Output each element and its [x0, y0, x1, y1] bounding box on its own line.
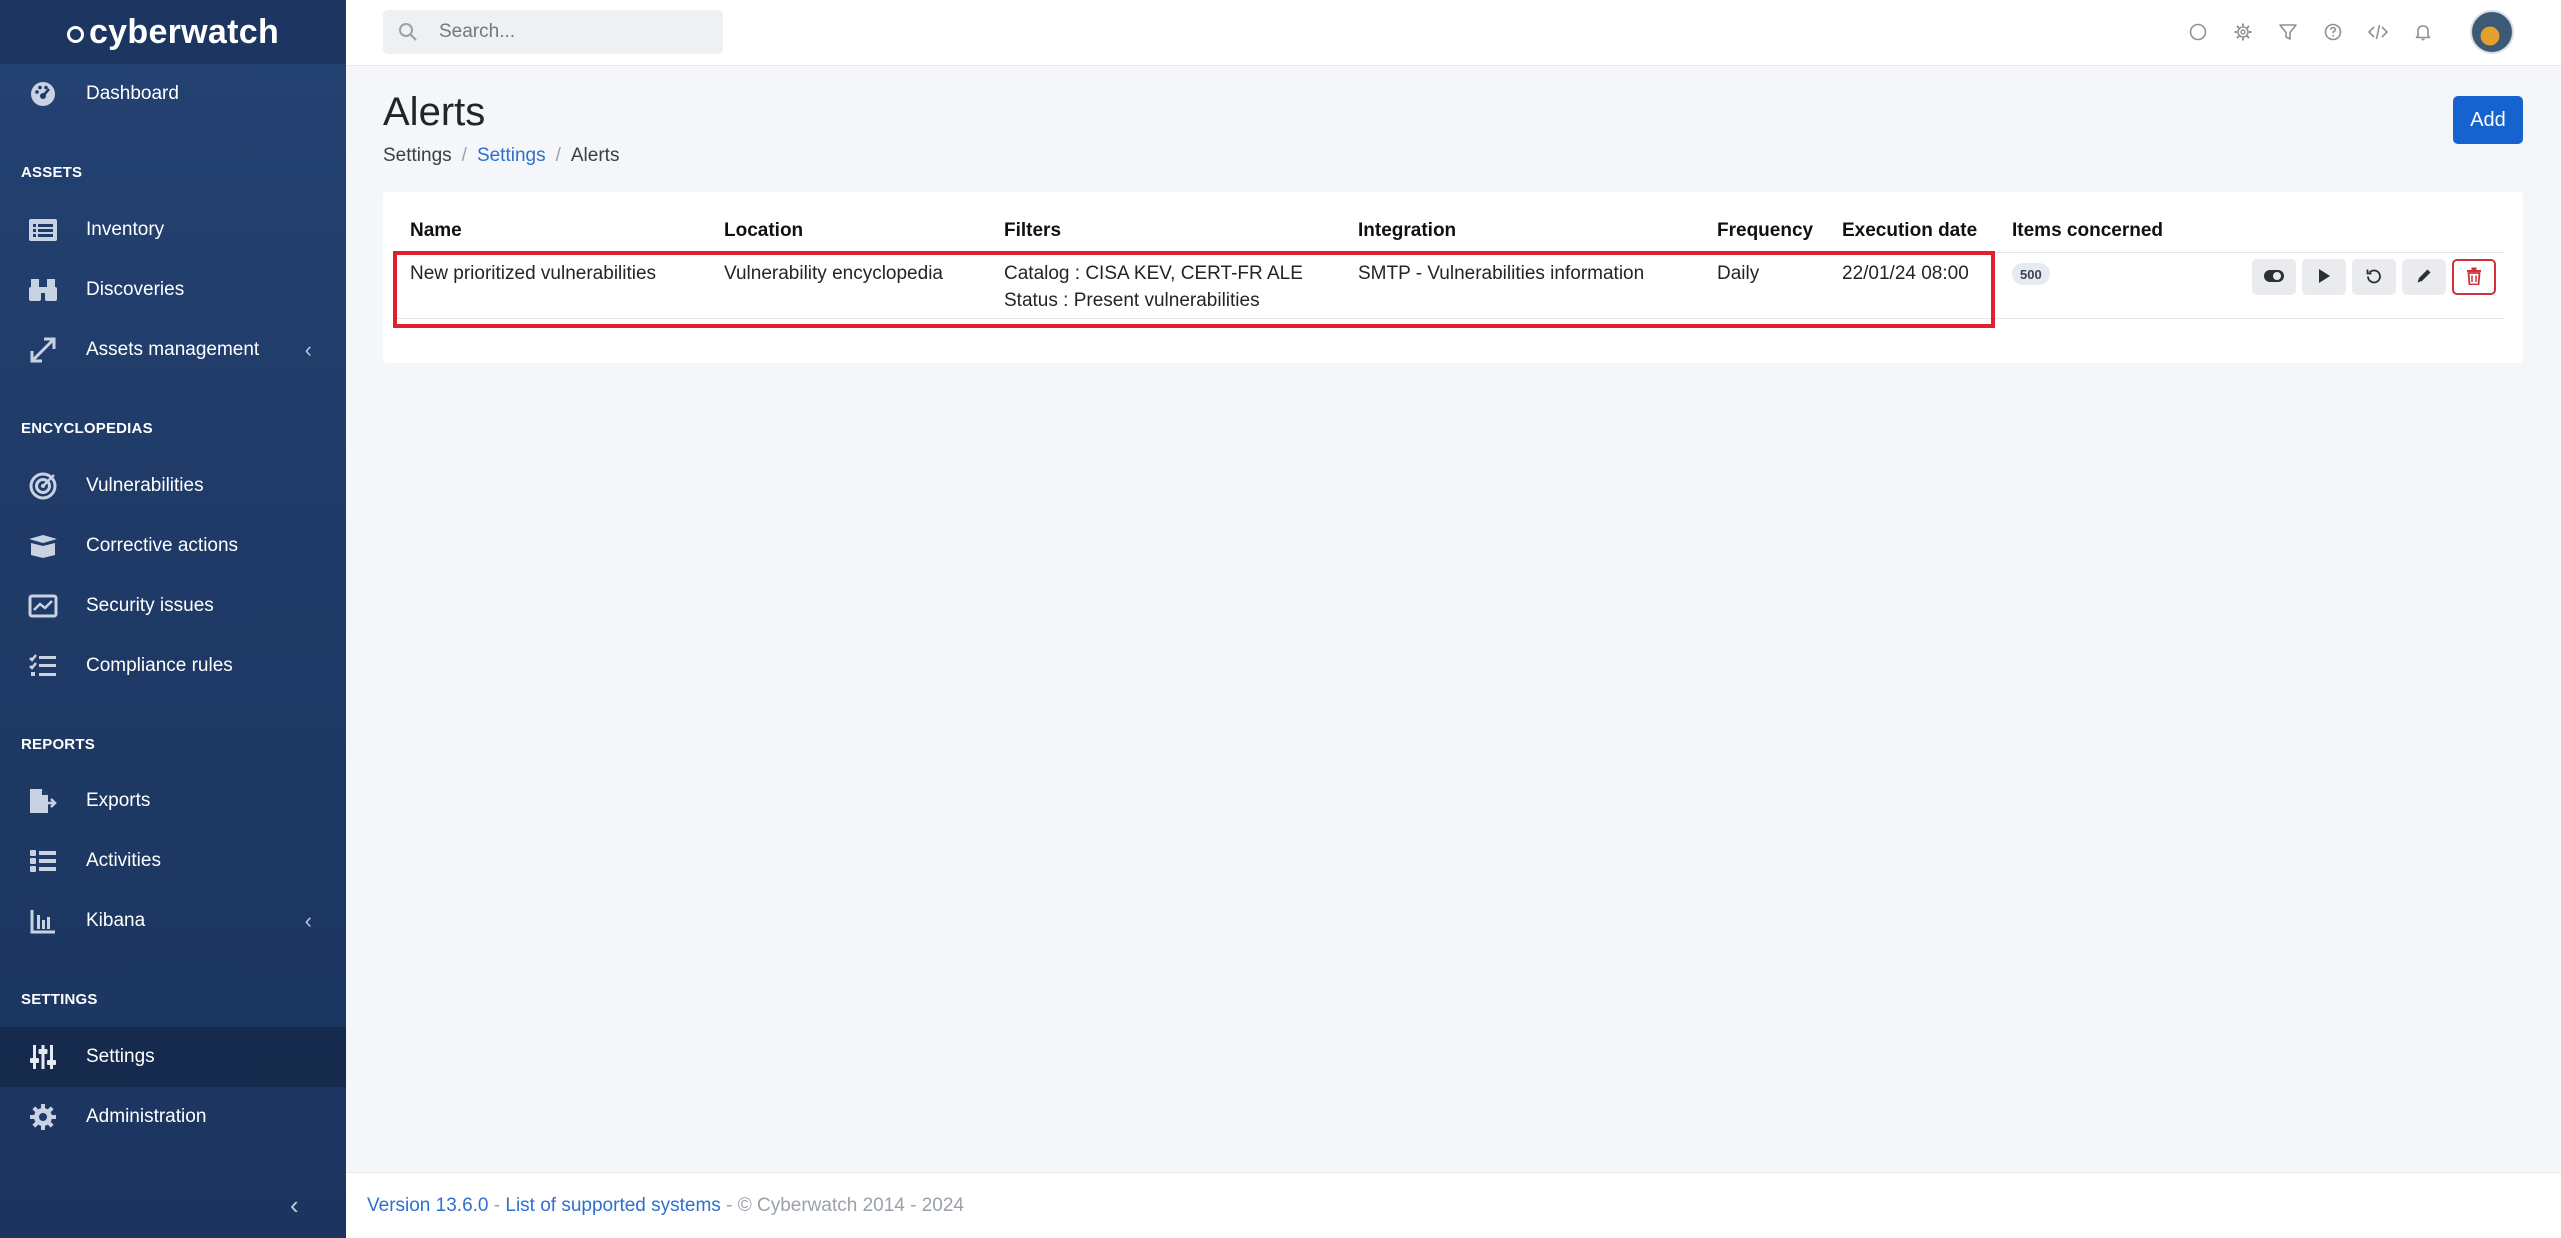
toggle-alert-button[interactable]	[2252, 259, 2296, 295]
brand-logo[interactable]: cyberwatch	[0, 0, 346, 64]
breadcrumb-separator: /	[555, 145, 561, 166]
trash-icon	[2466, 267, 2482, 288]
sidebar-item-discoveries[interactable]: Discoveries	[0, 260, 346, 320]
search-box	[383, 10, 723, 54]
file-export-icon	[27, 785, 59, 817]
target-icon	[27, 470, 59, 502]
footer-text: Version 13.6.0 - List of supported syste…	[367, 1195, 964, 1217]
sidebar-item-settings[interactable]: Settings	[0, 1027, 346, 1087]
topbar	[346, 0, 2561, 66]
sidebar-item-label: Settings	[86, 1046, 155, 1067]
breadcrumb-item-settings-root: Settings	[383, 145, 452, 166]
sidebar-item-label: Dashboard	[86, 83, 179, 104]
delete-alert-button[interactable]	[2452, 259, 2496, 295]
page-title: Alerts	[383, 90, 486, 134]
footer-copyright: - © Cyberwatch 2014 - 2024	[720, 1195, 964, 1216]
play-icon	[2317, 268, 2331, 287]
chevron-left-icon: ‹	[304, 908, 312, 933]
bell-icon[interactable]	[2411, 20, 2435, 44]
sliders-icon	[27, 1041, 59, 1073]
brand-name: cyberwatch	[88, 12, 280, 51]
gear-icon[interactable]	[2231, 20, 2255, 44]
sidebar-item-label: Kibana	[86, 910, 146, 931]
column-header-items-concerned[interactable]: Items concerned	[2012, 220, 2163, 242]
section-heading-encyclopedias: ENCYCLOPEDIAS	[21, 420, 153, 437]
supported-systems-link[interactable]: List of supported systems	[505, 1195, 720, 1216]
sidebar-item-label: Compliance rules	[86, 655, 233, 676]
sidebar: cyberwatch Dashboard ASSETS Inventory Di…	[0, 0, 346, 1238]
filter-icon[interactable]	[2276, 20, 2300, 44]
column-header-filters[interactable]: Filters	[1004, 220, 1061, 242]
bar-chart-icon	[27, 905, 59, 937]
section-heading-reports: REPORTS	[21, 736, 95, 753]
add-alert-button[interactable]: Add	[2453, 96, 2523, 144]
list-icon	[27, 214, 59, 246]
sidebar-item-label: Administration	[86, 1106, 207, 1127]
binoculars-icon	[27, 274, 59, 306]
search-input[interactable]	[439, 10, 709, 54]
sidebar-item-corrective-actions[interactable]: Corrective actions	[0, 516, 346, 576]
box-open-icon	[27, 530, 59, 562]
user-avatar[interactable]	[2470, 10, 2514, 54]
footer-separator: -	[488, 1195, 506, 1216]
sidebar-item-label: Inventory	[86, 219, 165, 240]
section-heading-settings: SETTINGS	[21, 991, 98, 1008]
sidebar-item-label: Exports	[86, 790, 151, 811]
sidebar-item-label: Corrective actions	[86, 535, 239, 556]
tasks-icon	[27, 845, 59, 877]
circle-icon[interactable]	[2186, 20, 2210, 44]
help-icon[interactable]	[2321, 20, 2345, 44]
sidebar-item-label: Assets management	[86, 339, 260, 360]
sidebar-item-label: Discoveries	[86, 279, 185, 300]
row-highlight-annotation	[393, 251, 1995, 328]
chevron-left-icon: ‹	[304, 337, 312, 362]
sidebar-item-compliance-rules[interactable]: Compliance rules	[0, 636, 346, 696]
items-concerned-badge[interactable]: 500	[2012, 263, 2050, 285]
column-header-name[interactable]: Name	[410, 220, 462, 242]
sidebar-item-security-issues[interactable]: Security issues	[0, 576, 346, 636]
sidebar-item-label: Activities	[86, 850, 161, 871]
checklist-icon	[27, 650, 59, 682]
section-heading-assets: ASSETS	[21, 164, 83, 181]
breadcrumb: Settings / Settings / Alerts	[383, 145, 619, 167]
code-icon[interactable]	[2366, 20, 2390, 44]
column-header-integration[interactable]: Integration	[1358, 220, 1456, 242]
sidebar-item-vulnerabilities[interactable]: Vulnerabilities	[0, 456, 346, 516]
breadcrumb-item-current: Alerts	[570, 145, 620, 166]
breadcrumb-separator: /	[461, 145, 467, 166]
column-header-execution-date[interactable]: Execution date	[1842, 220, 1977, 242]
gear-icon	[27, 1101, 59, 1133]
run-alert-button[interactable]	[2302, 259, 2346, 295]
undo-icon	[2365, 267, 2383, 288]
monitor-chart-icon	[27, 590, 59, 622]
reset-alert-button[interactable]	[2352, 259, 2396, 295]
sidebar-item-dashboard[interactable]: Dashboard	[0, 64, 346, 124]
sidebar-collapse-chevron-icon[interactable]: ‹	[290, 1190, 299, 1221]
footer: Version 13.6.0 - List of supported syste…	[346, 1172, 2561, 1238]
sidebar-item-label: Security issues	[86, 595, 214, 616]
breadcrumb-link-settings[interactable]: Settings	[477, 145, 546, 166]
brand-mark-icon	[66, 25, 84, 43]
sidebar-item-kibana[interactable]: Kibana ‹	[0, 891, 346, 951]
sidebar-item-assets-management[interactable]: Assets management ‹	[0, 320, 346, 380]
column-header-location[interactable]: Location	[724, 220, 803, 242]
expand-arrows-icon	[27, 334, 59, 366]
search-icon	[398, 22, 418, 48]
sidebar-item-label: Vulnerabilities	[86, 475, 204, 496]
sidebar-item-exports[interactable]: Exports	[0, 771, 346, 831]
pencil-icon	[2415, 267, 2433, 288]
sidebar-item-inventory[interactable]: Inventory	[0, 200, 346, 260]
sidebar-item-activities[interactable]: Activities	[0, 831, 346, 891]
column-header-frequency[interactable]: Frequency	[1717, 220, 1813, 242]
edit-alert-button[interactable]	[2402, 259, 2446, 295]
dashboard-gauge-icon	[27, 78, 59, 110]
sidebar-item-administration[interactable]: Administration	[0, 1087, 346, 1147]
toggle-icon	[2263, 269, 2285, 286]
version-link[interactable]: Version 13.6.0	[367, 1195, 488, 1216]
